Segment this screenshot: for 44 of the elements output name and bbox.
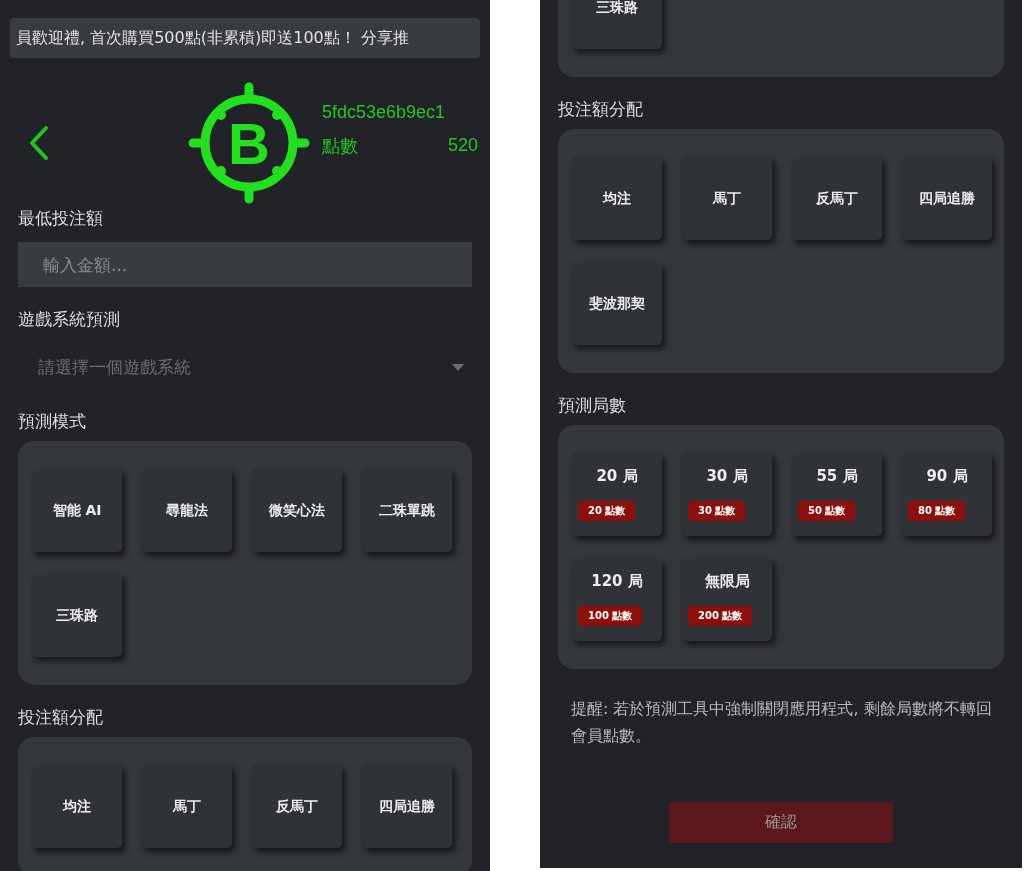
amount-field[interactable]: 輸入金額... [18,242,472,287]
logo-letter: B [228,109,270,177]
cost-badge: 30 點數 [688,501,746,521]
option-button[interactable]: 智能 AI [32,469,122,552]
back-icon[interactable] [28,125,50,161]
cost-badge: 20 點數 [578,501,636,521]
section-label: 遊戲系統預測 [18,308,121,331]
crosshair-icon [188,82,310,204]
section-label: 投注額分配 [18,706,104,729]
option-button[interactable]: 三珠路 [32,574,122,657]
section-label: 最低投注額 [18,207,104,230]
option-button[interactable]: 反馬丁 [792,157,882,240]
round-option[interactable]: 90 局 80 點數 [902,453,992,536]
round-option[interactable]: 無限局 200 點數 [682,558,772,641]
section-label: 預測局數 [558,394,627,417]
round-option[interactable]: 30 局 30 點數 [682,453,772,536]
round-option[interactable]: 120 局 100 點數 [572,558,662,641]
option-button[interactable]: 尋龍法 [142,469,232,552]
user-id: 5fdc53e6b9ec1 [322,102,446,123]
section-label: 預測模式 [18,410,87,433]
dropdown-caret-icon [452,363,464,371]
option-button[interactable]: 微笑心法 [252,469,342,552]
cost-badge: 200 點數 [688,606,753,626]
option-button[interactable]: 均注 [32,765,122,848]
promo-banner: 員歡迎禮, 首次購買500點(非累積)即送100點！ 分享推 [10,18,480,58]
option-button[interactable]: 三珠路 [572,0,662,49]
option-button[interactable]: 反馬丁 [252,765,342,848]
cost-badge: 80 點數 [908,501,966,521]
option-button[interactable]: 均注 [572,157,662,240]
confirm-button[interactable]: 確認 [669,802,893,843]
option-button[interactable]: 四局追勝 [362,765,452,848]
option-button[interactable]: 二珠單跳 [362,469,452,552]
reminder-text: 提醒: 若於預測工具中強制關閉應用程式, 剩餘局數將不轉回會員點數。 [570,698,993,747]
round-option[interactable]: 55 局 50 點數 [792,453,882,536]
round-option[interactable]: 20 局 20 點數 [572,453,662,536]
cost-badge: 100 點數 [578,606,643,626]
cost-badge: 50 點數 [798,501,856,521]
option-button[interactable]: 馬丁 [682,157,772,240]
points-label: 點數 [322,134,358,158]
option-button[interactable]: 馬丁 [142,765,232,848]
points-value: 520 [447,135,478,156]
option-button[interactable]: 四局追勝 [902,157,992,240]
option-button[interactable]: 斐波那契 [572,262,662,345]
section-label: 投注額分配 [558,98,644,121]
